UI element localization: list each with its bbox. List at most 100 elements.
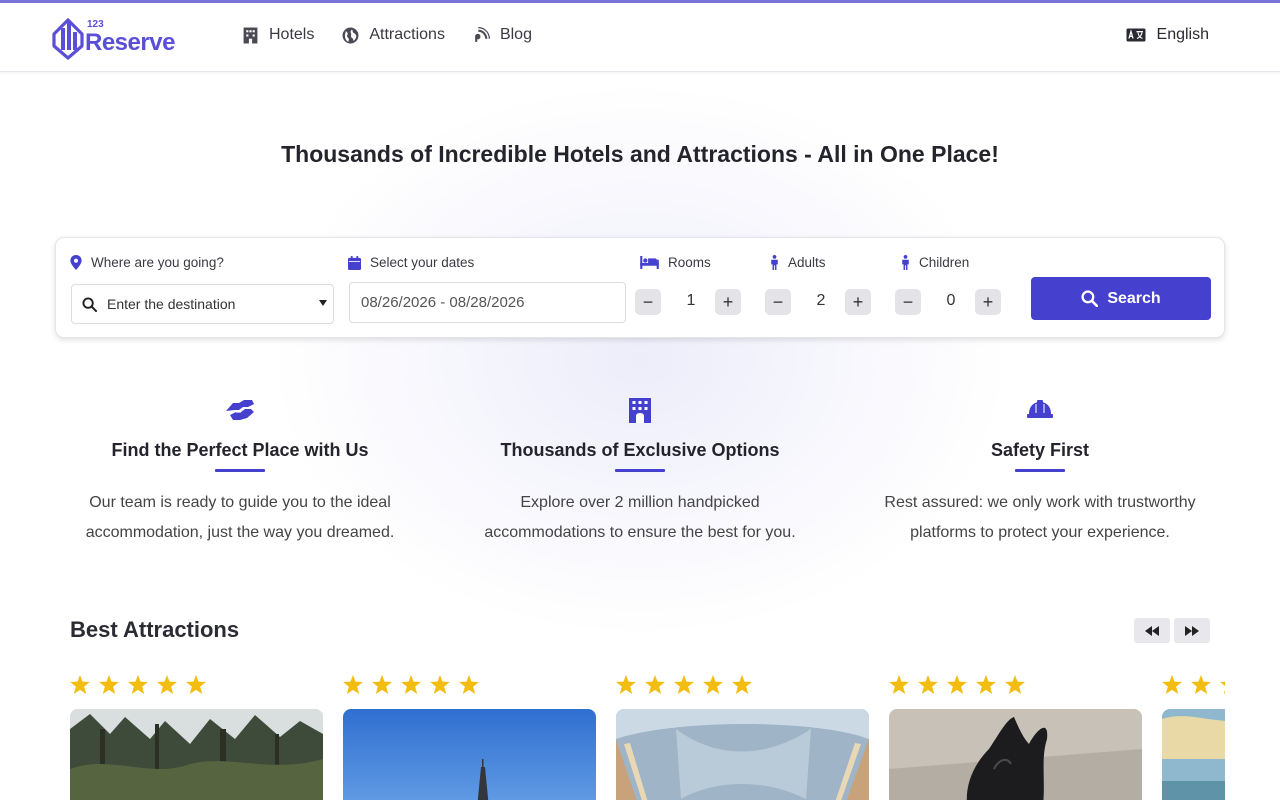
star-icon — [430, 674, 450, 694]
star-icon — [401, 674, 421, 694]
star-icon — [918, 674, 938, 694]
attraction-card[interactable] — [70, 672, 323, 800]
main-nav: Hotels Attractions Blog — [242, 26, 560, 44]
nav-hotels[interactable]: Hotels — [242, 26, 314, 44]
blog-icon — [475, 26, 490, 42]
feature-text: Explore over 2 million handpicked accomm… — [484, 494, 796, 541]
attraction-card[interactable] — [616, 672, 869, 800]
logo-text: Reserve — [85, 29, 175, 56]
star-icon — [616, 674, 636, 694]
star-icon — [1191, 674, 1211, 694]
search-icon — [82, 296, 97, 312]
star-icon — [343, 674, 363, 694]
attraction-image[interactable] — [1162, 709, 1225, 800]
star-icon — [674, 674, 694, 694]
adults-label-group: Adults — [770, 255, 826, 270]
language-selector[interactable]: English — [1126, 26, 1209, 44]
logo-icon — [52, 18, 84, 60]
star-icon — [99, 674, 119, 694]
forward-icon — [1185, 625, 1199, 636]
rating-stars — [343, 672, 596, 696]
language-icon — [1126, 28, 1146, 42]
nav-blog-label: Blog — [499, 26, 532, 43]
destination-select[interactable]: Enter the destination — [71, 284, 334, 324]
children-value: 0 — [946, 292, 956, 309]
children-increment-button[interactable]: + — [975, 289, 1001, 315]
child-icon — [902, 255, 909, 270]
nav-hotels-label: Hotels — [269, 26, 315, 43]
section-title: Best Attractions — [70, 617, 240, 642]
globe-icon — [342, 27, 359, 43]
rooms-decrement-button[interactable]: − — [635, 289, 661, 315]
handshake-icon — [226, 400, 254, 420]
attraction-image[interactable] — [70, 709, 323, 800]
rating-stars — [1162, 672, 1225, 696]
dates-label: Select your dates — [370, 255, 475, 270]
star-icon — [1005, 674, 1025, 694]
destination-label: Where are you going? — [91, 255, 224, 270]
star-icon — [732, 674, 752, 694]
children-label-group: Children — [901, 255, 969, 270]
date-range-value: 08/26/2026 - 08/28/2026 — [361, 294, 525, 311]
hero-title: Thousands of Incredible Hotels and Attra… — [281, 141, 999, 167]
star-icon — [186, 674, 206, 694]
star-icon — [1162, 674, 1182, 694]
star-icon — [372, 674, 392, 694]
nav-blog[interactable]: Blog — [473, 26, 532, 44]
star-icon — [645, 674, 665, 694]
rooms-label-group: Rooms — [640, 255, 711, 270]
search-form: Where are you going? Enter the destinati… — [55, 237, 1225, 338]
carousel-prev-button[interactable] — [1134, 618, 1170, 643]
star-icon — [128, 674, 148, 694]
title-underline — [215, 469, 265, 472]
feature-title: Thousands of Exclusive Options — [500, 440, 780, 460]
adults-increment-button[interactable]: + — [845, 289, 871, 315]
feature-text: Our team is ready to guide you to the id… — [85, 494, 395, 541]
carousel-next-button[interactable] — [1174, 618, 1210, 643]
hard-hat-icon — [1027, 400, 1053, 418]
star-icon — [976, 674, 996, 694]
attraction-card[interactable] — [889, 672, 1142, 800]
search-icon — [1081, 290, 1099, 307]
title-underline — [1015, 469, 1065, 472]
star-icon — [70, 674, 90, 694]
attractions-carousel — [70, 672, 1225, 800]
attraction-card[interactable] — [1162, 672, 1225, 800]
attraction-card[interactable] — [343, 672, 596, 800]
children-label: Children — [919, 255, 970, 270]
feature-exclusive-options: Thousands of Exclusive Options Explore o… — [460, 397, 820, 548]
search-button[interactable]: Search — [1031, 277, 1211, 320]
rooms-value: 1 — [686, 292, 696, 309]
adults-value: 2 — [816, 292, 826, 309]
rooms-label: Rooms — [668, 255, 711, 270]
logo[interactable]: 123 Reserve — [52, 16, 192, 60]
rooms-increment-button[interactable]: + — [715, 289, 741, 315]
sculpture-image — [889, 709, 1142, 800]
feature-title: Find the Perfect Place with Us — [111, 440, 369, 460]
dates-label-group: Select your dates — [348, 255, 474, 270]
attraction-image[interactable] — [616, 709, 869, 800]
star-icon — [703, 674, 723, 694]
star-icon — [459, 674, 479, 694]
feature-safety-first: Safety First Rest assured: we only work … — [860, 397, 1220, 548]
nav-attractions[interactable]: Attractions — [342, 26, 445, 44]
destination-placeholder: Enter the destination — [107, 296, 236, 312]
forest-image — [70, 709, 323, 800]
star-icon — [1220, 681, 1225, 694]
children-decrement-button[interactable]: − — [895, 289, 921, 315]
bed-icon — [640, 256, 659, 269]
adults-decrement-button[interactable]: − — [765, 289, 791, 315]
top-accent-bar — [0, 0, 1280, 3]
backward-icon — [1145, 625, 1159, 636]
feature-perfect-place: Find the Perfect Place with Us Our team … — [60, 397, 420, 548]
site-header: 123 Reserve Hotels Attractions Blog Engl… — [0, 0, 1280, 72]
attraction-image[interactable] — [889, 709, 1142, 800]
calendar-icon — [348, 255, 361, 270]
attraction-image[interactable] — [343, 709, 596, 800]
arched-hall-image — [616, 709, 869, 800]
person-icon — [771, 255, 778, 270]
search-button-label: Search — [1107, 289, 1161, 307]
date-range-input[interactable]: 08/26/2026 - 08/28/2026 — [349, 282, 626, 323]
language-label: English — [1156, 26, 1209, 43]
rating-stars — [889, 672, 1142, 696]
